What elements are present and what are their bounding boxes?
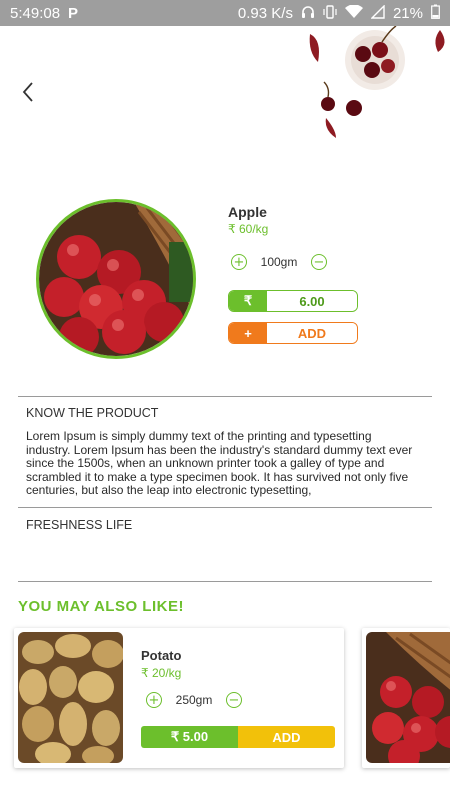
signal-icon	[370, 3, 385, 22]
rupee-icon: ₹	[229, 291, 267, 311]
network-speed: 0.93 K/s	[237, 4, 293, 22]
suggestion-quantity-value: 250gm	[175, 693, 213, 707]
increase-quantity-button[interactable]: +	[146, 692, 162, 708]
increase-quantity-button[interactable]: +	[231, 254, 247, 270]
status-time: 5:49:08	[10, 4, 61, 22]
battery-icon	[431, 4, 440, 22]
divider	[18, 396, 432, 397]
decrease-quantity-button[interactable]: −	[226, 692, 242, 708]
product-name: Apple	[228, 204, 267, 220]
divider	[18, 581, 432, 582]
battery-level: 21%	[392, 4, 423, 22]
vibrate-icon	[323, 4, 337, 22]
suggestions-heading: YOU MAY ALSO LIKE!	[18, 598, 184, 615]
total-price-value: 6.00	[267, 291, 357, 311]
quantity-value: 100gm	[260, 255, 298, 269]
suggestion-card-potato[interactable]: Potato ₹ 20/kg + 250gm − ₹ 5.00 ADD	[14, 628, 344, 768]
back-button[interactable]	[16, 78, 40, 106]
suggestion-name: Potato	[141, 648, 182, 663]
cherries-decoration	[300, 25, 450, 146]
product-image	[36, 199, 196, 359]
divider	[18, 507, 432, 508]
freshness-life-title: FRESHNESS LIFE	[26, 518, 133, 532]
app-notification-icon: P	[68, 4, 79, 22]
suggestion-quantity-stepper: + 250gm −	[146, 692, 242, 708]
plus-icon: +	[229, 323, 267, 343]
suggestion-card-apple[interactable]	[362, 628, 450, 768]
product-description: Lorem Ipsum is simply dummy text of the …	[26, 429, 413, 497]
chevron-left-icon	[22, 82, 33, 102]
suggestion-action-bar: ₹ 5.00 ADD	[141, 726, 335, 748]
add-to-cart-button[interactable]: + ADD	[228, 322, 358, 344]
headphones-icon	[301, 5, 315, 22]
product-info: Apple ₹ 60/kg	[228, 204, 428, 236]
quantity-stepper: + 100gm −	[231, 254, 327, 270]
wifi-icon	[344, 3, 363, 22]
product-price: ₹ 60/kg	[228, 222, 269, 236]
add-button-label: ADD	[267, 323, 357, 343]
status-bar: 5:49:08 P 0.93 K/s 21%	[0, 0, 450, 26]
potato-image	[18, 632, 123, 763]
decrease-quantity-button[interactable]: −	[311, 254, 327, 270]
suggestion-total: ₹ 5.00	[141, 726, 238, 748]
apple-image	[366, 632, 450, 763]
suggestion-price: ₹ 20/kg	[141, 666, 182, 680]
total-price-pill: ₹ 6.00	[228, 290, 358, 312]
know-product-title: KNOW THE PRODUCT	[26, 406, 159, 420]
suggestion-add-button[interactable]: ADD	[238, 726, 335, 748]
